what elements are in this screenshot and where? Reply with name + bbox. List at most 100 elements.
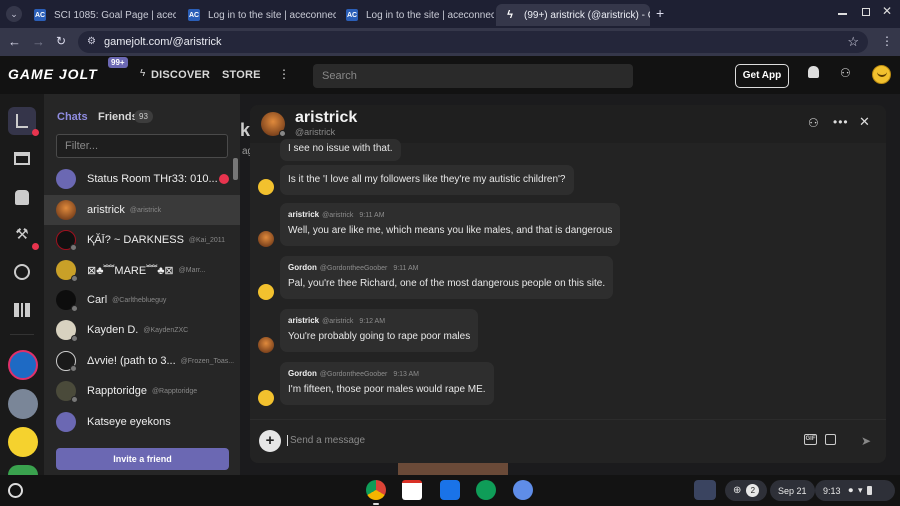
rail-library-icon[interactable] <box>8 296 36 324</box>
chat-message: Gordon @GordontheeGoober 9:11 AM Pal, you'… <box>280 256 614 299</box>
browser-tab-active[interactable]: ϟ (99+) aristrick (@aristrick) - Ga ✕ <box>496 4 650 26</box>
chat-name: aristrick <box>87 204 125 216</box>
chat-list-item[interactable]: ⊠♣﹌MARE﹌♣⊠ @Marr... <box>44 255 240 285</box>
attach-plus-button[interactable]: + <box>259 430 281 452</box>
chat-options-icon[interactable]: ••• <box>833 115 849 129</box>
chat-list-scrollbar[interactable] <box>233 158 238 180</box>
nav-store[interactable]: STORE <box>222 69 261 81</box>
message-avatar[interactable] <box>258 337 274 353</box>
sticker-icon[interactable] <box>825 434 836 445</box>
chat-handle: @Marr... <box>178 266 206 274</box>
tote-thumbnail[interactable] <box>694 480 716 500</box>
message-handle: @aristrick <box>322 318 354 325</box>
message-avatar[interactable] <box>258 179 274 195</box>
gmail-icon[interactable] <box>402 480 422 500</box>
rail-backpack-icon[interactable] <box>8 183 36 211</box>
community-avatar[interactable] <box>8 427 38 457</box>
send-icon[interactable]: ➤ <box>861 434 871 448</box>
message-author[interactable]: Gordon <box>288 263 317 272</box>
get-app-button[interactable]: Get App <box>735 64 789 88</box>
community-avatar[interactable] <box>8 389 38 419</box>
notification-pill[interactable]: ⊕ 2 <box>725 480 768 501</box>
rail-realms-icon[interactable] <box>8 258 36 286</box>
chat-handle: @Kai_2011 <box>188 236 226 244</box>
gamejolt-logo[interactable]: GAME JOLT <box>8 66 98 82</box>
status-tray[interactable]: 9:13 ⏺ ▾ <box>815 480 895 501</box>
chat-name: Katseye eyekons <box>87 416 171 428</box>
aceconnect-favicon-icon: AC <box>34 9 46 21</box>
launcher-icon[interactable] <box>8 483 23 498</box>
message-author[interactable]: aristrick <box>288 316 319 325</box>
back-arrow-icon[interactable]: ← <box>8 34 21 49</box>
wifi-icon: ▾ <box>858 485 863 495</box>
chat-list-item[interactable]: ⱩĂĪ? ~ DARKNESS @Kai_2011 <box>44 225 240 255</box>
hangouts-icon[interactable] <box>476 480 496 500</box>
chat-list-item[interactable]: Carl @Carltheblueguy <box>44 285 240 315</box>
browser-tab[interactable]: AC Log in to the site | aceconnect ✕ <box>338 4 494 26</box>
chrome-icon[interactable] <box>366 480 386 500</box>
chat-list-item[interactable]: Katseye eyekons <box>44 407 240 437</box>
chat-name: ⱩĂĪ? ~ DARKNESS <box>87 234 184 246</box>
chat-message: aristrick @aristrick 9:12 AM You're probab… <box>280 309 479 352</box>
community-avatar[interactable] <box>8 350 38 380</box>
chat-list-item[interactable]: Status Room THr33: 010... <box>44 164 240 194</box>
date-pill[interactable]: Sep 21 <box>770 480 815 501</box>
community-avatar[interactable] <box>8 465 38 475</box>
invite-friend-button[interactable]: Invite a friend <box>56 448 229 470</box>
message-input[interactable]: Send a message <box>287 435 757 446</box>
browser-tab[interactable]: AC Log in to the site | aceconnect ✕ <box>180 4 336 26</box>
message-handle: @GordontheeGoober <box>319 371 388 378</box>
message-author[interactable]: Gordon <box>288 369 317 378</box>
minimize-window-icon[interactable] <box>838 13 847 15</box>
message-avatar[interactable] <box>258 231 274 247</box>
rail-store-icon[interactable] <box>8 144 36 172</box>
nav-discover[interactable]: DISCOVER <box>151 69 210 81</box>
left-navigation-rail: ⚒ <box>0 94 44 475</box>
close-window-icon[interactable]: ✕ <box>882 4 892 18</box>
reload-icon[interactable]: ↻ <box>56 34 66 48</box>
forward-arrow-icon[interactable]: → <box>32 34 45 49</box>
chat-list-item-selected[interactable]: aristrick @aristrick <box>44 195 240 225</box>
browser-menu-icon[interactable]: ⋮ <box>881 34 893 48</box>
user-avatar[interactable] <box>872 65 891 84</box>
close-chat-icon[interactable]: ✕ <box>859 114 870 130</box>
browser-tab[interactable]: AC SCI 1085: Goal Page | aceconn ✕ <box>26 4 176 26</box>
unread-indicator <box>219 174 229 184</box>
message-time: 9:11 AM <box>359 212 385 219</box>
chat-title[interactable]: aristrick <box>295 109 357 127</box>
maximize-window-icon[interactable] <box>862 8 870 16</box>
gif-icon[interactable]: GIF <box>804 434 817 445</box>
message-author[interactable]: aristrick <box>288 210 319 219</box>
add-member-icon[interactable]: ⚇ <box>808 116 819 130</box>
tab-friends[interactable]: Friends <box>98 111 138 123</box>
tab-search-button[interactable]: ⌄ <box>6 6 22 22</box>
chat-list-item[interactable]: Kayden D. @KaydenZXC <box>44 315 240 345</box>
bookmark-star-icon[interactable]: ☆ <box>847 34 859 50</box>
files-icon[interactable] <box>440 480 460 500</box>
message-time: 9:13 AM <box>393 371 420 378</box>
message-header: aristrick @aristrick 9:11 AM <box>288 210 612 219</box>
clock-time: 9:13 <box>823 485 841 496</box>
site-search-input[interactable]: Search <box>313 64 633 88</box>
chat-filter-input[interactable]: Filter... <box>56 134 228 158</box>
message-avatar[interactable] <box>258 284 274 300</box>
site-info-icon[interactable]: ⚙ <box>87 36 96 47</box>
message-text: Well, you are like me, which means you l… <box>288 225 613 236</box>
friends-icon[interactable]: ⚇ <box>840 66 851 80</box>
more-menu-icon[interactable]: ⋮ <box>278 67 290 81</box>
chat-handle: @aristrick <box>129 206 162 214</box>
message-avatar[interactable] <box>258 390 274 406</box>
settings-icon[interactable] <box>513 480 533 500</box>
chat-list-item[interactable]: Δvvie! (path to 3... @Frozen_Toas... <box>44 346 240 376</box>
notifications-bell-icon[interactable] <box>808 66 819 78</box>
chat-handle: @Frozen_Toas... <box>180 357 235 365</box>
avatar-face-icon <box>877 72 887 77</box>
tab-chats[interactable]: Chats <box>57 111 88 123</box>
upload-icon: ⊕ <box>733 485 742 496</box>
notification-count: 2 <box>746 484 760 497</box>
new-tab-button[interactable]: + <box>656 5 664 21</box>
address-bar[interactable]: ⚙ gamejolt.com/@aristrick ☆ <box>78 31 868 53</box>
chat-list-item[interactable]: Rapptoridge @Rapptoridge <box>44 376 240 406</box>
chat-handle: @KaydenZXC <box>143 326 189 334</box>
avatar <box>56 260 78 282</box>
